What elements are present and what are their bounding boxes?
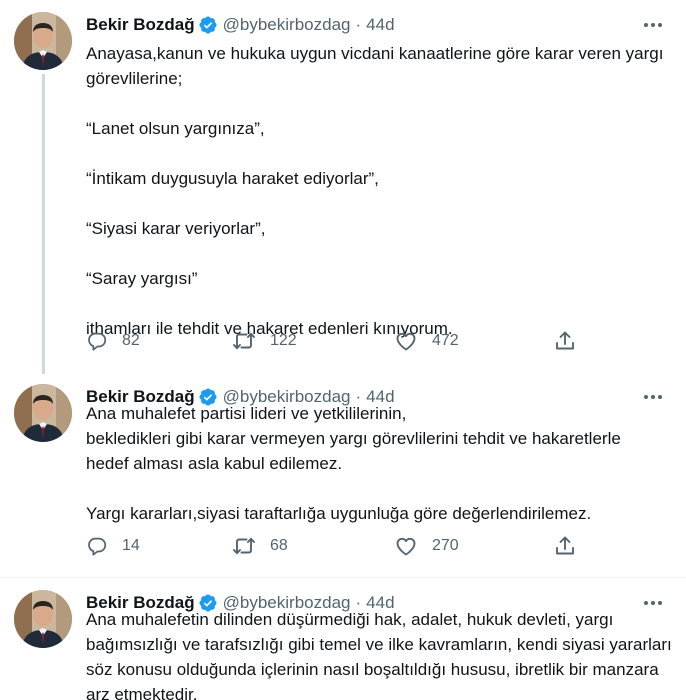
retweet-button[interactable]: 68 (232, 534, 288, 558)
display-name[interactable]: Bekir Bozdağ (86, 15, 195, 35)
like-count: 472 (432, 332, 459, 349)
tweet-line: arz etmektedir. (86, 685, 198, 700)
thread-connector-line (42, 74, 45, 374)
like-icon (394, 534, 418, 558)
tweet-text: Ana muhalefetin dilinden düşürmediği hak… (86, 607, 676, 700)
like-button[interactable]: 270 (394, 534, 459, 558)
avatar[interactable] (14, 590, 72, 648)
tweet-line: Yargı kararları,siyasi taraftarlığa uygu… (86, 504, 592, 523)
verified-badge-icon (198, 15, 218, 35)
tweet-line: Ana muhalefetin dilinden düşürmediği hak… (86, 610, 614, 629)
tweet-header: Bekir Bozdağ @bybekirbozdag · 44d (86, 14, 395, 36)
reply-count: 14 (122, 537, 140, 554)
tweet-line: hedef alması asla kabul edilemez. (86, 454, 343, 473)
tweet-line: “Siyasi karar veriyorlar”, (86, 219, 266, 238)
tweet-line: “İntikam duygusuyla haraket ediyorlar”, (86, 169, 379, 188)
separator-dot: · (355, 15, 362, 34)
reply-button[interactable]: 82 (86, 329, 140, 353)
reply-icon (86, 330, 108, 352)
retweet-button[interactable]: 122 (232, 329, 297, 353)
tweet-actions: 82 122 472 (86, 329, 586, 353)
retweet-count: 68 (270, 537, 288, 554)
tweet-line: bekledikleri gibi karar vermeyen yargı g… (86, 429, 621, 448)
tweet-line: Ana muhalefet partisi lideri ve yetkilil… (86, 404, 407, 423)
like-button[interactable]: 472 (394, 329, 459, 353)
share-icon (553, 329, 577, 353)
profile-photo (14, 590, 72, 648)
retweet-count: 122 (270, 332, 297, 349)
tweet-thread: Bekir Bozdağ @bybekirbozdag · 44d Anayas… (0, 0, 686, 700)
reply-icon (86, 535, 108, 557)
more-icon[interactable] (642, 16, 664, 34)
tweet-1[interactable]: Bekir Bozdağ @bybekirbozdag · 44d Anayas… (0, 0, 686, 374)
avatar[interactable] (14, 384, 72, 442)
tweet-line: söz konusu olduğunda içlerinin nasıl boş… (86, 660, 659, 679)
share-button[interactable] (553, 534, 591, 558)
like-icon (394, 329, 418, 353)
avatar[interactable] (14, 12, 72, 70)
like-count: 270 (432, 537, 459, 554)
tweet-text: Ana muhalefet partisi lideri ve yetkilil… (86, 401, 676, 526)
tweet-line: görevlilerine; (86, 69, 183, 88)
reply-count: 82 (122, 332, 140, 349)
profile-photo (14, 384, 72, 442)
user-handle[interactable]: @bybekirbozdag (223, 15, 351, 35)
timestamp[interactable]: 44d (366, 15, 394, 35)
tweet-line: “Saray yargısı” (86, 269, 198, 288)
profile-photo (14, 12, 72, 70)
retweet-icon (232, 329, 256, 353)
share-button[interactable] (553, 329, 591, 353)
tweet-3[interactable]: Bekir Bozdağ @bybekirbozdag · 44d Ana mu… (0, 578, 686, 700)
retweet-icon (232, 534, 256, 558)
tweet-actions: 14 68 270 (86, 534, 586, 558)
tweet-line: “Lanet olsun yargınıza”, (86, 119, 265, 138)
tweet-2[interactable]: Bekir Bozdağ @bybekirbozdag · 44d Ana mu… (0, 372, 686, 576)
tweet-text: Anayasa,kanun ve hukuka uygun vicdani ka… (86, 41, 676, 341)
reply-button[interactable]: 14 (86, 534, 140, 558)
tweet-line: bağımsızlığı ve tarafsızlığı gibi temel … (86, 635, 672, 654)
share-icon (553, 534, 577, 558)
tweet-line: Anayasa,kanun ve hukuka uygun vicdani ka… (86, 44, 664, 63)
